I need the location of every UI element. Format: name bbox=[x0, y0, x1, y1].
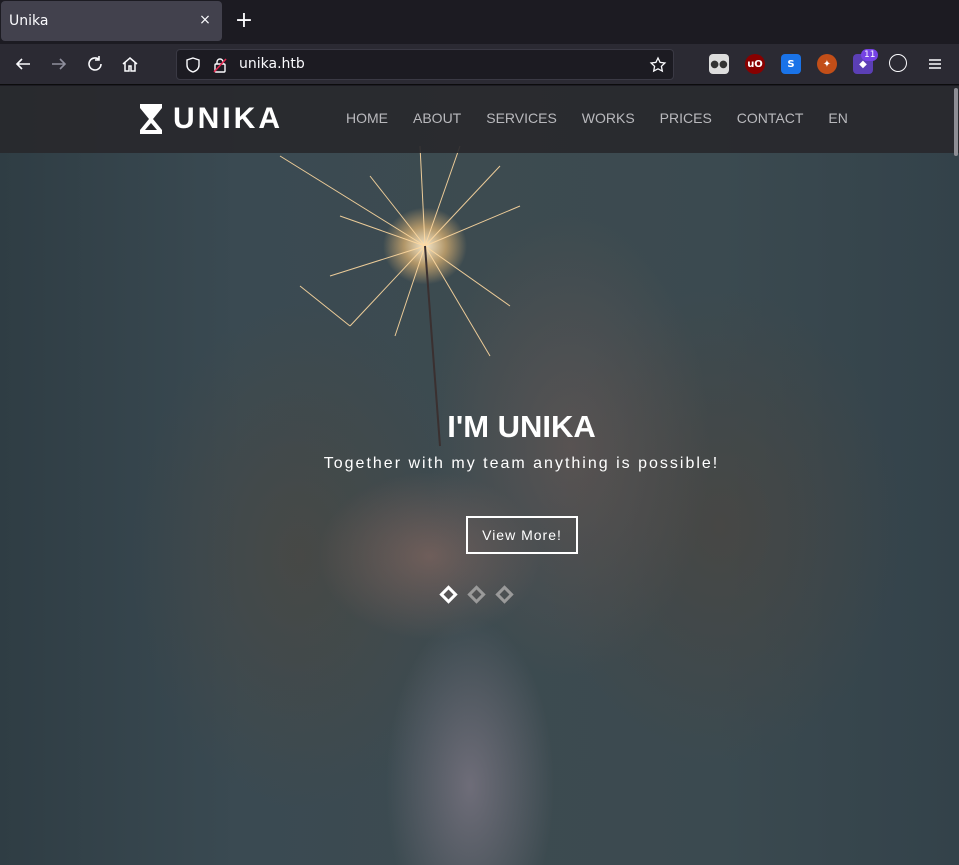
web-page: UNIKA HOME ABOUT SERVICES WORKS PRICES C… bbox=[0, 86, 959, 865]
menu-works[interactable]: WORKS bbox=[582, 110, 635, 127]
reload-icon[interactable] bbox=[81, 50, 109, 78]
slide-dot-1[interactable] bbox=[439, 585, 458, 604]
menu-contact[interactable]: CONTACT bbox=[737, 110, 804, 127]
menu-services[interactable]: SERVICES bbox=[486, 110, 557, 127]
menu-language[interactable]: EN bbox=[828, 110, 847, 127]
home-icon[interactable] bbox=[116, 50, 144, 78]
lock-icon[interactable] bbox=[211, 56, 229, 74]
back-icon[interactable] bbox=[9, 50, 37, 78]
cookie-icon[interactable] bbox=[889, 54, 907, 72]
extension-glasses-icon[interactable]: ●● bbox=[709, 54, 729, 74]
sparkler-image bbox=[279, 145, 521, 447]
hero-title: I'M UNIKA bbox=[447, 409, 596, 444]
site-logo[interactable]: UNIKA bbox=[139, 103, 283, 135]
logo-text: UNIKA bbox=[173, 102, 283, 135]
foxyproxy-icon[interactable]: ✦ bbox=[817, 54, 837, 74]
shield-icon[interactable] bbox=[184, 56, 202, 74]
view-more-button[interactable]: View More! bbox=[466, 516, 578, 554]
url-text: unika.htb bbox=[239, 56, 305, 72]
tab-title: Unika bbox=[9, 13, 49, 29]
extension-s-icon[interactable]: S bbox=[781, 54, 801, 74]
forward-icon[interactable] bbox=[45, 50, 73, 78]
menu-about[interactable]: ABOUT bbox=[413, 110, 461, 127]
slider-indicators bbox=[439, 585, 526, 604]
tab-unika[interactable]: Unika × bbox=[1, 1, 222, 41]
main-menu: HOME ABOUT SERVICES WORKS PRICES CONTACT… bbox=[346, 110, 873, 127]
ublock-icon[interactable]: uO bbox=[745, 54, 765, 74]
tab-close-icon[interactable]: × bbox=[196, 11, 214, 29]
hourglass-logo-icon bbox=[140, 104, 162, 134]
slide-dot-3[interactable] bbox=[495, 585, 514, 604]
menu-icon[interactable] bbox=[921, 50, 949, 78]
navigation-toolbar: unika.htb ●● uO S ✦ ◆ bbox=[0, 44, 959, 85]
slide-dot-2[interactable] bbox=[467, 585, 486, 604]
hero-subtitle: Together with my team anything is possib… bbox=[323, 455, 720, 472]
star-icon[interactable] bbox=[649, 56, 667, 74]
tab-strip: Unika × + bbox=[0, 0, 959, 44]
menu-home[interactable]: HOME bbox=[346, 110, 388, 127]
site-header: UNIKA HOME ABOUT SERVICES WORKS PRICES C… bbox=[0, 86, 959, 153]
page-scrollbar[interactable] bbox=[954, 88, 958, 156]
menu-prices[interactable]: PRICES bbox=[660, 110, 712, 127]
new-tab-button[interactable]: + bbox=[232, 8, 256, 34]
url-bar[interactable]: unika.htb bbox=[176, 49, 674, 80]
extension-badge: 11 bbox=[861, 49, 879, 61]
